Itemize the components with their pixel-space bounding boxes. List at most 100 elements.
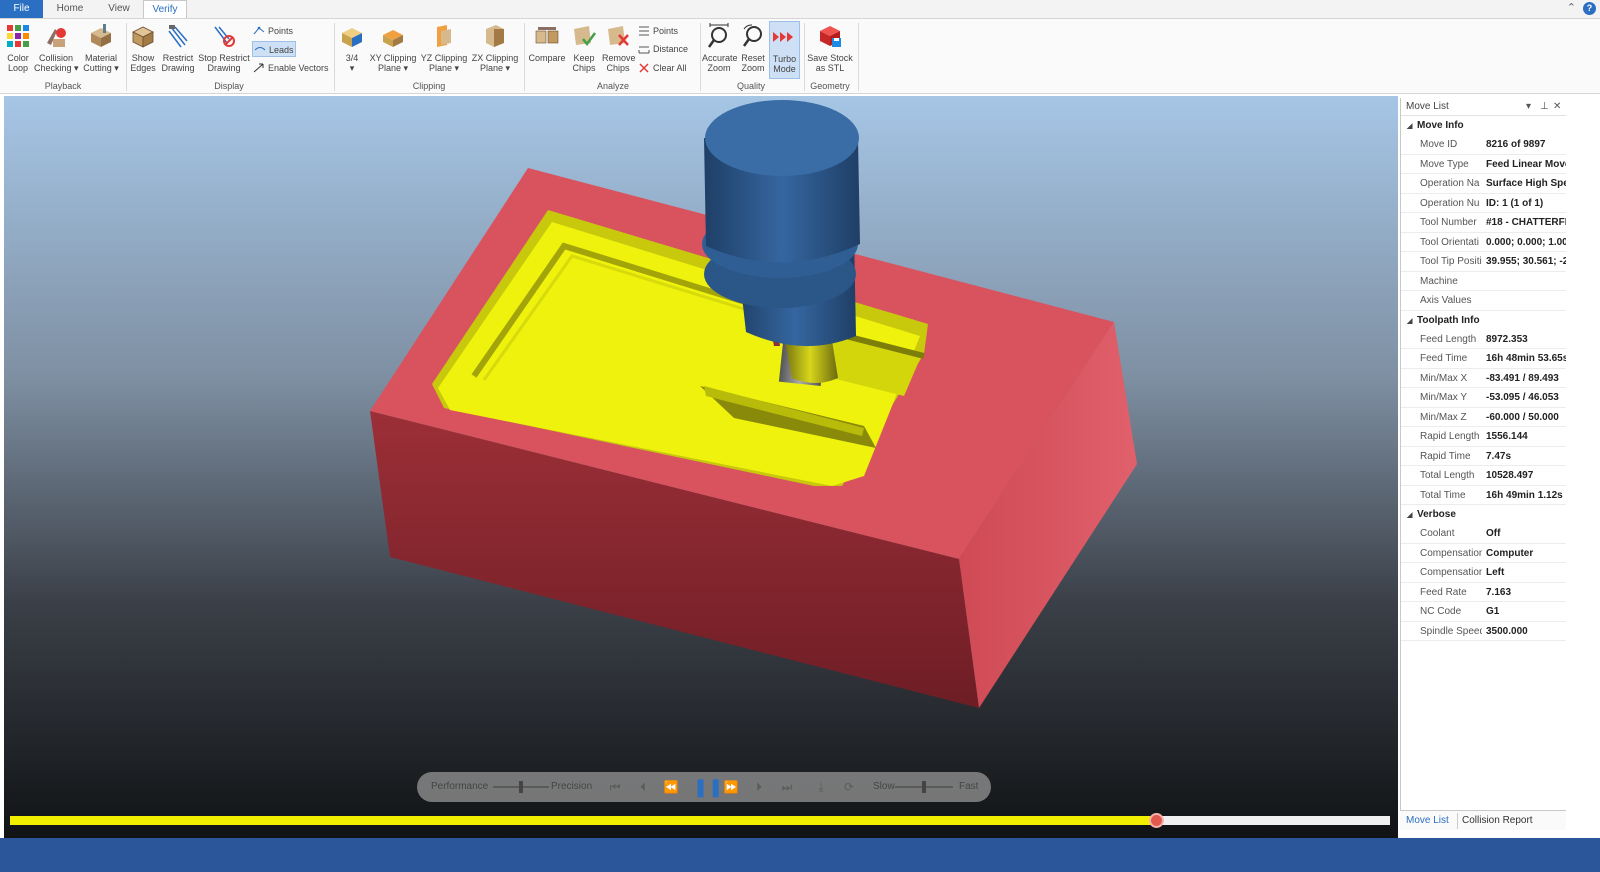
skip-to-start-icon[interactable]: ⏮ [607, 779, 623, 795]
verify-viewport[interactable]: Performance Precision ⏮ ⏴ ⏪ ❚❚ ⏩ ⏵ ⏭ ⤓ ⟳… [4, 96, 1398, 840]
group-playback-label: Playback [44, 81, 82, 91]
remove-chips-button[interactable]: Remove Chips [602, 23, 636, 73]
property-row[interactable]: Rapid Time 7.47s [1401, 447, 1566, 466]
property-row[interactable]: Total Time 16h 49min 1.12s [1401, 486, 1566, 505]
property-row[interactable]: Compensation Left [1401, 563, 1566, 583]
property-row[interactable]: Operation Na Surface High Spe [1401, 174, 1566, 194]
compare-button[interactable]: Compare [528, 23, 566, 63]
property-row[interactable]: Feed Time 16h 48min 53.65s [1401, 349, 1566, 369]
xy-clipping-plane-button[interactable]: XY Clipping Plane ▾ [368, 23, 418, 73]
speed-thumb[interactable] [922, 781, 926, 793]
save-stock-label: Save Stock as STL [807, 53, 853, 73]
three-quarter-label: 3/4 ▾ [345, 53, 359, 73]
tab-file[interactable]: File [0, 0, 43, 18]
property-value: 7.163 [1486, 586, 1512, 598]
collapse-triangle-icon[interactable]: ◢ [1407, 506, 1417, 525]
skip-to-end-icon[interactable]: ⏭ [779, 779, 795, 795]
property-name: Operation Nu [1420, 197, 1480, 209]
property-row[interactable]: Spindle Speed 3500.000 [1401, 622, 1566, 641]
property-name: Feed Time [1420, 353, 1468, 364]
property-row[interactable]: NC Code G1 [1401, 602, 1566, 622]
move-info-rows: Move ID 8216 of 9897 Move Type Feed Linear … [1401, 135, 1566, 311]
property-row[interactable]: Axis Values [1401, 291, 1566, 311]
property-row[interactable]: Total Length 10528.497 [1401, 466, 1566, 486]
enable-vectors-button[interactable]: Enable Vectors [252, 60, 332, 76]
tab-verify[interactable]: Verify [143, 0, 187, 18]
property-row[interactable]: Coolant Off [1401, 524, 1566, 544]
section-toolpath-info[interactable]: ◢ Toolpath Info [1401, 311, 1566, 330]
property-row[interactable]: Tool Number #18 - CHATTERFR [1401, 213, 1566, 233]
material-cutting-label: Material Cutting ▾ [83, 53, 119, 73]
property-row[interactable]: Rapid Length 1556.144 [1401, 427, 1566, 447]
restrict-drawing-button[interactable]: Restrict Drawing [160, 23, 196, 73]
collapse-triangle-icon[interactable]: ◢ [1407, 312, 1417, 331]
property-row[interactable]: Min/Max Z -60.000 / 50.000 [1401, 408, 1566, 427]
keep-chips-button[interactable]: Keep Chips [568, 23, 600, 73]
reset-zoom-button[interactable]: Reset Zoom [738, 23, 768, 73]
tab-collision-report[interactable]: Collision Report [1457, 813, 1533, 829]
keep-chips-icon [574, 26, 597, 47]
property-row[interactable]: Compensation Computer [1401, 544, 1566, 563]
step-forward-icon[interactable]: ⏵ [751, 779, 767, 795]
three-quarter-clip-button[interactable]: 3/4 ▾ [338, 23, 366, 73]
reset-zoom-icon [742, 24, 762, 47]
show-edges-button[interactable]: Show Edges [128, 23, 158, 73]
panel-dropdown-icon[interactable]: ▾ [1526, 98, 1531, 116]
section-verbose[interactable]: ◢ Verbose [1401, 505, 1566, 524]
display-leads-button[interactable]: Leads [252, 41, 296, 57]
property-value: -83.491 / 89.493 [1486, 372, 1559, 384]
simulation-progress[interactable] [10, 813, 1390, 828]
tab-home[interactable]: Home [48, 0, 92, 18]
pause-icon[interactable]: ❚❚ [693, 777, 723, 797]
performance-precision-thumb[interactable] [519, 781, 523, 793]
analyze-points-button[interactable]: Points [637, 23, 697, 39]
zx-plane-label: ZX Clipping Plane ▾ [471, 53, 519, 73]
accurate-zoom-button[interactable]: Accurate Zoom [702, 23, 738, 73]
property-row[interactable]: Tool Orientati 0.000; 0.000; 1.00 [1401, 233, 1566, 252]
color-loop-button[interactable]: Color Loop [4, 23, 32, 73]
zx-clipping-plane-button[interactable]: ZX Clipping Plane ▾ [470, 23, 520, 73]
fast-forward-icon[interactable]: ⏩ [723, 779, 739, 795]
loop-icon[interactable]: ⟳ [841, 779, 857, 795]
tab-view[interactable]: View [97, 0, 141, 18]
collision-checking-button[interactable]: Collision Checking ▾ [34, 23, 79, 73]
progress-knob[interactable] [1149, 813, 1165, 828]
material-cutting-button[interactable]: Material Cutting ▾ [80, 23, 122, 73]
yz-clipping-plane-button[interactable]: YZ Clipping Plane ▾ [420, 23, 468, 73]
property-name: Rapid Length [1420, 431, 1480, 442]
property-name: Tool Number [1420, 217, 1477, 228]
property-row[interactable]: Feed Length 8972.353 [1401, 330, 1566, 349]
rewind-icon[interactable]: ⏪ [663, 779, 679, 795]
clear-all-button[interactable]: Clear All [637, 60, 697, 76]
pin-icon[interactable]: ⊥ [1540, 98, 1549, 116]
accurate-zoom-icon [707, 23, 729, 48]
display-points-button[interactable]: Points [252, 23, 328, 39]
property-value: Off [1486, 528, 1501, 539]
section-move-info[interactable]: ◢ Move Info [1401, 116, 1566, 135]
property-row[interactable]: Move ID 8216 of 9897 [1401, 135, 1566, 155]
restrict-drawing-icon [168, 25, 188, 48]
distance-button[interactable]: Distance [637, 41, 697, 57]
turbo-mode-button[interactable]: Turbo Mode [769, 21, 800, 79]
points-icon [253, 26, 265, 35]
collapse-triangle-icon[interactable]: ◢ [1407, 117, 1417, 136]
group-separator [700, 23, 701, 91]
property-row[interactable]: Move Type Feed Linear Move [1401, 155, 1566, 174]
run-to-icon[interactable]: ⤓ [813, 779, 829, 795]
collapse-ribbon-icon[interactable]: ⌃ [1567, 1, 1576, 14]
property-name: Feed Rate [1420, 586, 1467, 598]
property-row[interactable]: Tool Tip Positi 39.955; 30.561; -2 [1401, 252, 1566, 272]
step-back-icon[interactable]: ⏴ [635, 779, 651, 795]
property-row[interactable]: Machine [1401, 272, 1566, 291]
group-analyze-label: Analyze [596, 81, 630, 91]
stop-restrict-drawing-button[interactable]: Stop Restrict Drawing [198, 23, 250, 73]
help-icon[interactable]: ? [1583, 2, 1596, 15]
close-icon[interactable]: ✕ [1553, 98, 1561, 116]
property-row[interactable]: Operation Nu ID: 1 (1 of 1) [1401, 194, 1566, 213]
performance-label: Performance [431, 781, 489, 792]
save-stock-stl-button[interactable]: Save Stock as STL [806, 23, 854, 73]
property-row[interactable]: Min/Max Y -53.095 / 46.053 [1401, 388, 1566, 408]
property-row[interactable]: Min/Max X -83.491 / 89.493 [1401, 369, 1566, 388]
tab-move-list[interactable]: Move List [1406, 813, 1449, 829]
property-row[interactable]: Feed Rate 7.163 [1401, 583, 1566, 602]
